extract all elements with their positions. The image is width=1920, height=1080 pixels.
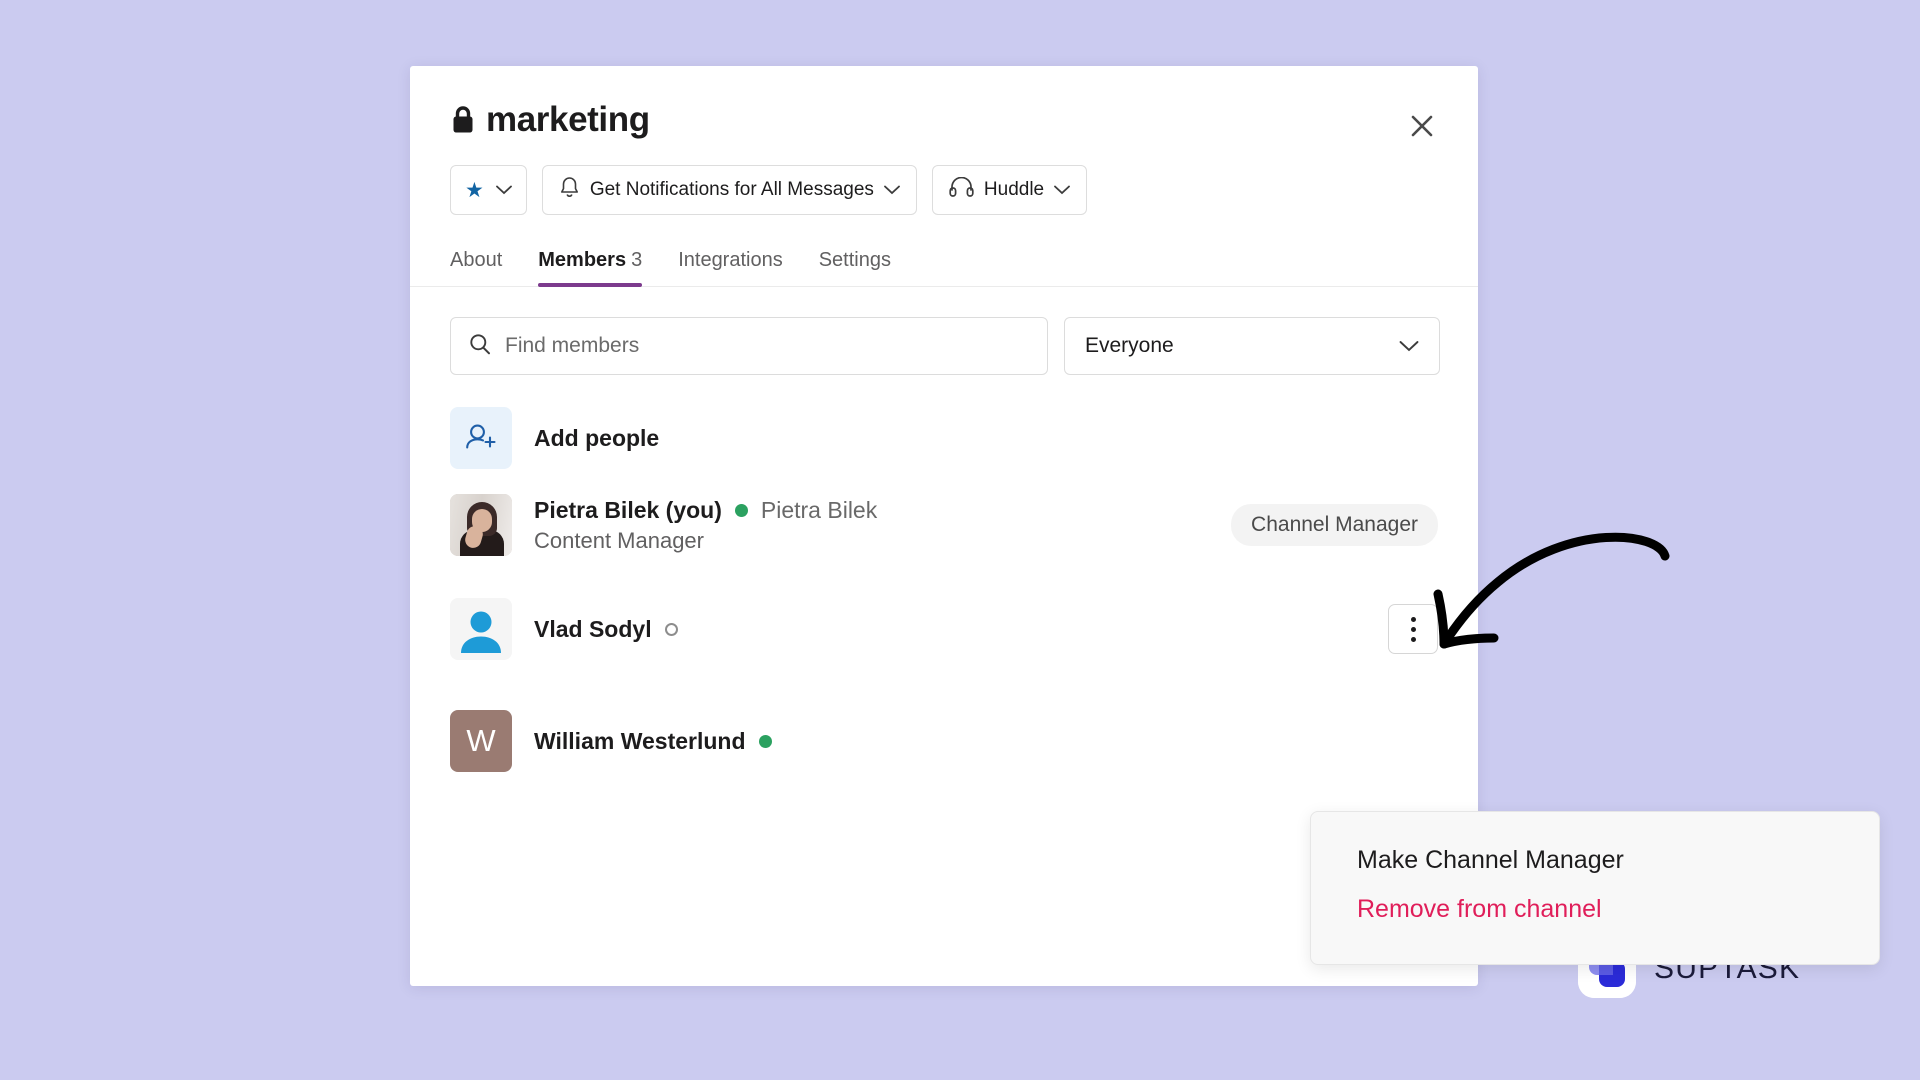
status-badge-online [734,503,748,517]
add-people-row[interactable]: Add people [450,399,1438,477]
member-context-menu: Make Channel Manager Remove from channel [1310,811,1880,965]
tab-about[interactable]: About [450,249,502,286]
tab-about-label: About [450,249,503,271]
member-role: Content Manager [534,527,704,553]
chevron-down-icon [495,179,512,201]
member-name-line: Pietra Bilek (you) Pietra Bilek [534,497,877,524]
star-icon: ★ [465,178,484,202]
notifications-button-label: Get Notifications for All Messages [589,179,874,200]
member-name-block: Pietra Bilek (you) Pietra Bilek Content … [534,497,877,554]
avatar [450,598,512,660]
lock-icon [450,105,476,135]
member-row-left: W William Westerlund [450,710,772,772]
title-row: marketing [450,102,1438,137]
avatar: W [450,710,512,772]
add-people-label: Add people [534,424,660,451]
close-icon[interactable] [1402,106,1442,146]
member-row-left: Vlad Sodyl [450,598,678,660]
headphones-icon [949,176,974,203]
chevron-down-icon [1054,179,1071,201]
member-list: Add people Pietra Bilek (you) Pietra Bil [410,375,1478,797]
member-name: William Westerlund [534,727,746,754]
tab-integrations[interactable]: Integrations [678,249,783,286]
page-title: marketing [486,100,650,139]
member-name: Vlad Sodyl [534,615,652,642]
chevron-down-icon [1399,334,1419,358]
avatar [450,494,512,556]
channel-details-modal: marketing ★ Get Notifications for All Me… [410,66,1880,986]
table-row[interactable]: W William Westerlund [450,685,1438,797]
search-input[interactable] [505,334,1029,358]
table-row[interactable]: Vlad Sodyl [450,573,1438,685]
member-name-line: William Westerlund [534,728,772,755]
status-badge-online [758,734,772,748]
member-row-right: Channel Manager [1231,504,1438,546]
chevron-down-icon [884,179,900,201]
member-row-left: Pietra Bilek (you) Pietra Bilek Content … [450,494,877,556]
tab-settings-label: Settings [818,249,891,271]
member-name-block: William Westerlund [534,728,772,755]
tab-members-label: Members [538,249,627,271]
huddle-button[interactable]: Huddle [931,165,1088,215]
menu-item-make-channel-manager[interactable]: Make Channel Manager [1311,836,1879,885]
status-badge-offline [664,622,678,636]
tab-integrations-label: Integrations [678,249,783,271]
tab-members[interactable]: Members 3 [538,249,643,287]
search-icon [469,333,491,360]
menu-item-remove-from-channel[interactable]: Remove from channel [1311,885,1879,934]
member-name: Pietra Bilek (you) [534,496,722,523]
status-badge: Channel Manager [1231,504,1438,546]
member-alias: Pietra Bilek [760,496,878,523]
add-person-icon [450,407,512,469]
member-name-line: Vlad Sodyl [534,616,678,643]
huddle-button-label: Huddle [983,179,1045,200]
search-members-box[interactable] [450,317,1048,375]
member-filter-row: Everyone [410,287,1478,375]
channel-toolbar: ★ Get Notifications for All Messages Hud… [410,137,1478,215]
table-row[interactable]: Pietra Bilek (you) Pietra Bilek Content … [450,477,1438,573]
avatar-initial: W [466,723,496,758]
star-button[interactable]: ★ [450,165,527,215]
add-people-left: Add people [450,407,659,469]
member-row-right [1388,604,1438,654]
tab-settings[interactable]: Settings [819,249,891,286]
bell-icon [559,176,580,205]
audience-select-value: Everyone [1085,334,1174,357]
modal-header: marketing [410,66,1478,137]
more-options-icon[interactable] [1388,604,1438,654]
member-name-block: Vlad Sodyl [534,616,678,643]
channel-tabs: About Members 3 Integrations Settings [410,219,1478,287]
audience-select[interactable]: Everyone [1064,317,1440,375]
tab-members-count: 3 [631,249,643,271]
notifications-button[interactable]: Get Notifications for All Messages [541,165,917,215]
